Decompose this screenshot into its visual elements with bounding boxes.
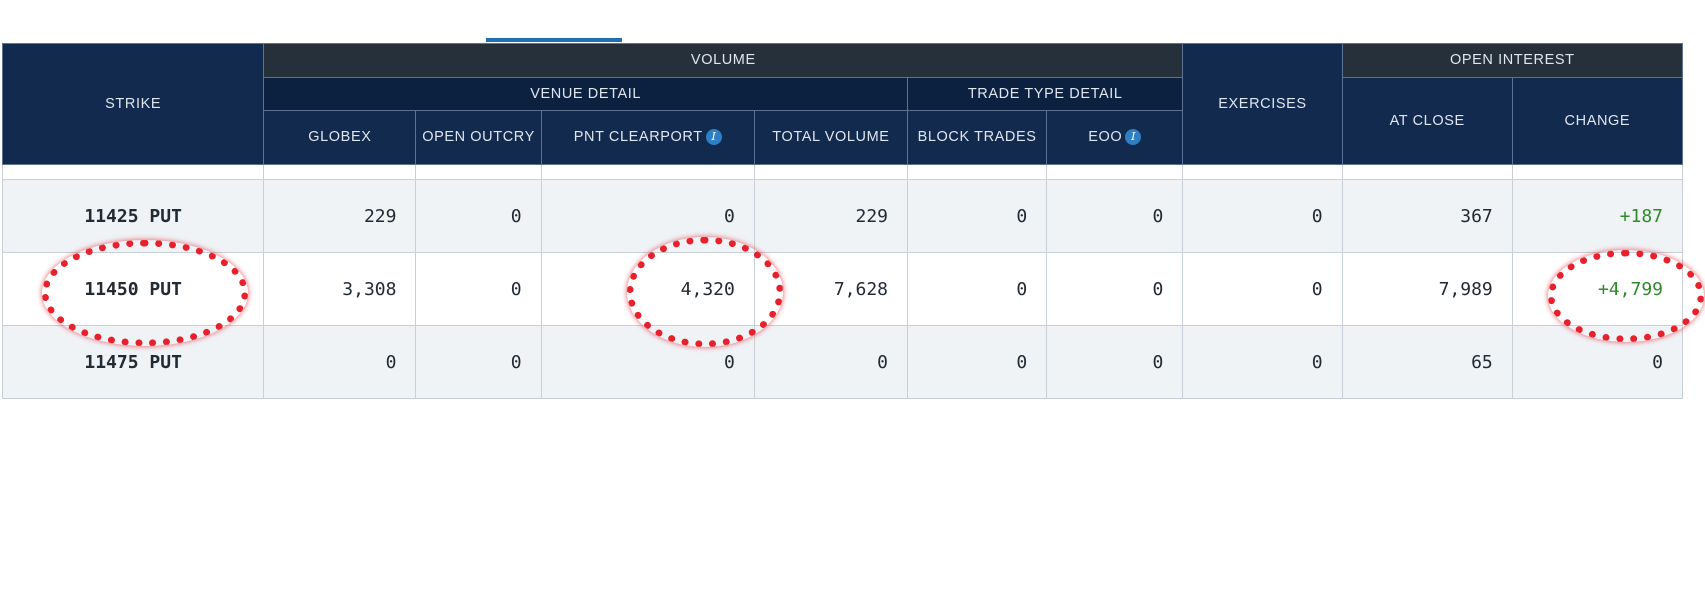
eoo-info-icon[interactable]: i [1125,129,1142,146]
header-total-volume: TOTAL VOLUME [753,110,909,165]
open-outcry-cell: 0 [415,325,542,399]
header-open-outcry-label: OPEN OUTCRY [422,129,535,145]
header-pnt-clearport: PNT CLEARPORT i [540,110,755,165]
open-interest-table-container: STRIKE VOLUME EXERCISES OPEN INTEREST VE… [1,43,1684,399]
header-venue-detail: VENUE DETAIL [263,77,909,111]
header-volume: VOLUME [263,43,1184,78]
globex-cell: 229 [263,179,417,253]
header-change: CHANGE [1511,77,1684,165]
header-exercises: EXERCISES [1182,43,1343,165]
eoo-cell: 0 [1046,325,1184,399]
total-volume-cell: 229 [753,179,909,253]
table-row: 11475 PUT 0 0 0 0 0 0 0 65 0 [1,325,1684,399]
globex-cell: 3,308 [263,252,417,326]
header-block-trades: BLOCK TRADES [907,110,1048,165]
exercises-cell: 0 [1182,179,1343,253]
at-close-cell: 367 [1341,179,1513,253]
header-eoo: EOO i [1046,110,1184,165]
at-close-cell: 65 [1341,325,1513,399]
open-interest-table: STRIKE VOLUME EXERCISES OPEN INTEREST VE… [1,43,1684,399]
header-strike: STRIKE [1,43,265,165]
block-trades-cell: 0 [907,325,1048,399]
exercises-cell: 0 [1182,325,1343,399]
at-close-cell: 7,989 [1341,252,1513,326]
header-open-outcry: OPEN OUTCRY [415,110,542,165]
annotation-circle-strike [42,240,248,346]
header-eoo-label: EOO [1088,129,1123,145]
table-row: 11450 PUT 3,308 0 4,320 7,628 0 0 0 7,98… [1,252,1684,326]
annotation-circle-change [1548,250,1704,342]
open-outcry-cell: 0 [415,179,542,253]
exercises-cell: 0 [1182,252,1343,326]
annotation-circle-pnt-clearport [627,237,783,347]
header-globex: GLOBEX [263,110,417,165]
eoo-cell: 0 [1046,179,1184,253]
header-at-close: AT CLOSE [1341,77,1513,165]
table-row: 11425 PUT 229 0 0 229 0 0 0 367 +187 [1,179,1684,253]
header-trade-type-detail: TRADE TYPE DETAIL [907,77,1184,111]
open-outcry-cell: 0 [415,252,542,326]
header-block-trades-label: BLOCK TRADES [917,129,1037,145]
pnt-clearport-info-icon[interactable]: i [705,129,722,146]
active-tab-indicator [486,38,622,42]
eoo-cell: 0 [1046,252,1184,326]
table-spacer-row [1,164,1684,180]
header-open-interest: OPEN INTEREST [1341,43,1684,78]
total-volume-cell: 0 [753,325,909,399]
globex-cell: 0 [263,325,417,399]
change-cell: +187 [1511,179,1684,253]
block-trades-cell: 0 [907,179,1048,253]
header-pnt-clearport-label: PNT CLEARPORT [573,129,703,145]
header-total-volume-label: TOTAL VOLUME [772,129,890,145]
block-trades-cell: 0 [907,252,1048,326]
